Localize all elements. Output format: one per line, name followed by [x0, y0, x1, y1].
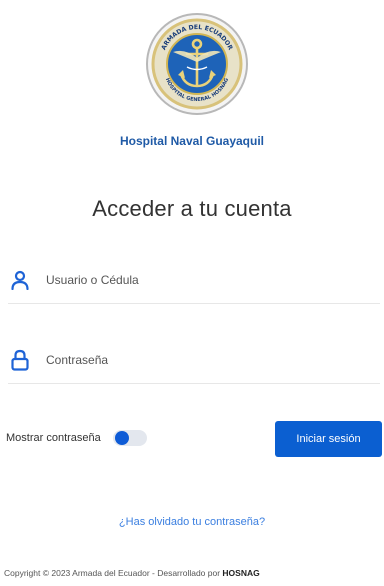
password-field[interactable]: [8, 336, 380, 384]
forgot-password-link[interactable]: ¿Has olvidado tu contraseña?: [0, 516, 384, 528]
toggle-knob: [114, 431, 129, 445]
login-button[interactable]: Iniciar sesión: [275, 421, 382, 457]
hospital-name: Hospital Naval Guayaquil: [119, 134, 265, 148]
password-input[interactable]: [46, 352, 346, 367]
footer-highlight: HOSNAG: [222, 568, 260, 578]
lock-icon: [10, 349, 30, 371]
navy-anchor-seal-icon: ARMADA DEL ECUADOR HOSPITAL GENERAL HOSN…: [146, 13, 248, 115]
show-password-toggle[interactable]: [112, 430, 147, 446]
username-field[interactable]: [8, 256, 380, 304]
login-page: ARMADA DEL ECUADOR HOSPITAL GENERAL HOSN…: [0, 0, 384, 586]
page-title: Acceder a tu cuenta: [92, 196, 292, 221]
show-password-label: Mostrar contraseña: [6, 432, 101, 444]
username-input[interactable]: [46, 272, 346, 287]
show-password-control: Mostrar contraseña: [6, 430, 147, 446]
footer: Copyright © 2023 Armada del Ecuador - De…: [4, 568, 384, 578]
footer-text: Copyright © 2023 Armada del Ecuador - De…: [4, 568, 223, 578]
user-icon: [10, 269, 30, 291]
